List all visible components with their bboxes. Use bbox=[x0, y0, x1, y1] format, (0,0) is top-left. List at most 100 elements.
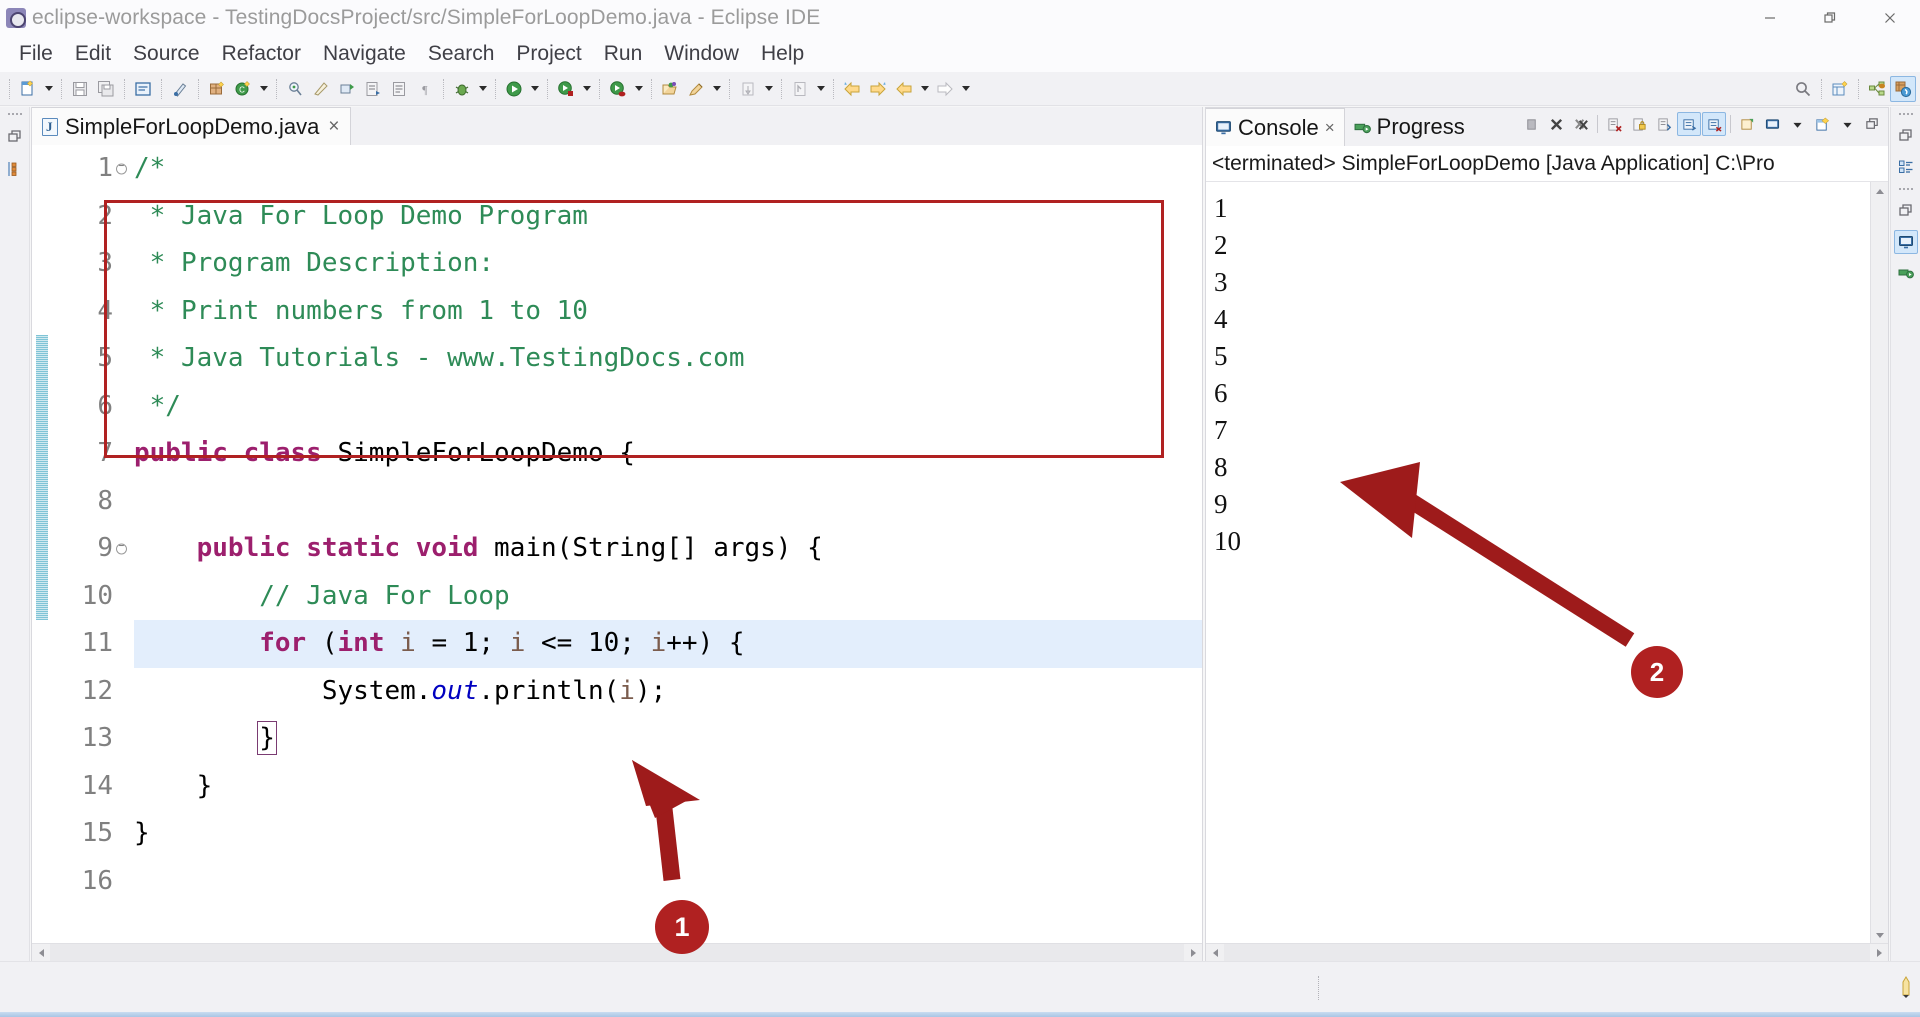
close-icon[interactable]: × bbox=[1325, 118, 1335, 138]
scroll-track[interactable] bbox=[50, 943, 1184, 962]
chevron-down-icon[interactable] bbox=[1785, 112, 1809, 136]
menu-search[interactable]: Search bbox=[417, 40, 506, 68]
word-wrap-icon[interactable] bbox=[1702, 112, 1726, 136]
console-horizontal-scrollbar[interactable] bbox=[1206, 943, 1888, 962]
open-console-icon[interactable] bbox=[1810, 112, 1834, 136]
restore-icon[interactable] bbox=[1894, 124, 1918, 148]
show-on-output-icon[interactable] bbox=[1652, 112, 1676, 136]
minimize-button[interactable] bbox=[1740, 0, 1800, 36]
next-annotation-icon[interactable] bbox=[360, 76, 386, 102]
code-line[interactable]: public static void main(String[] args) { bbox=[134, 525, 1202, 573]
trim-handle[interactable] bbox=[6, 111, 24, 117]
fold-toggle-icon[interactable] bbox=[116, 163, 127, 175]
code-line[interactable]: System.out.println(i); bbox=[134, 668, 1202, 716]
menu-edit[interactable]: Edit bbox=[64, 40, 122, 68]
next-arrow-icon[interactable] bbox=[932, 76, 958, 102]
forward-arrow-icon[interactable] bbox=[865, 76, 891, 102]
scroll-right-icon[interactable] bbox=[1184, 944, 1202, 962]
menu-window[interactable]: Window bbox=[653, 40, 750, 68]
menu-run[interactable]: Run bbox=[593, 40, 654, 68]
code-line[interactable]: /* bbox=[134, 145, 1202, 193]
java-ee-perspective-icon[interactable] bbox=[1864, 76, 1890, 102]
scroll-down-icon[interactable] bbox=[1871, 926, 1888, 944]
outline-icon[interactable] bbox=[1894, 155, 1918, 179]
source-code[interactable]: /* * Java For Loop Demo Program * Progra… bbox=[132, 145, 1202, 943]
display-console-icon[interactable] bbox=[1760, 112, 1784, 136]
code-line[interactable] bbox=[134, 478, 1202, 526]
external-tools-icon[interactable] bbox=[735, 76, 761, 102]
scroll-up-icon[interactable] bbox=[1871, 182, 1888, 200]
menu-refactor[interactable]: Refactor bbox=[211, 40, 312, 68]
lock-scroll-icon[interactable] bbox=[1627, 112, 1651, 136]
scroll-left-icon[interactable] bbox=[1206, 944, 1224, 962]
menu-project[interactable]: Project bbox=[505, 40, 592, 68]
restore-icon[interactable] bbox=[1894, 199, 1918, 223]
console-vertical-scrollbar[interactable] bbox=[1870, 182, 1888, 944]
editor-tab-simpleforloopdemo[interactable]: SimpleForLoopDemo.java × bbox=[32, 107, 352, 145]
pen-icon[interactable] bbox=[167, 76, 193, 102]
scroll-track[interactable] bbox=[1224, 943, 1870, 962]
highlighter-icon[interactable] bbox=[683, 76, 709, 102]
new-file-dropdown[interactable] bbox=[41, 76, 56, 102]
code-line[interactable]: * Java For Loop Demo Program bbox=[134, 193, 1202, 241]
previous-annotation-icon[interactable] bbox=[386, 76, 412, 102]
terminate-icon[interactable] bbox=[1519, 112, 1543, 136]
pin-icon[interactable] bbox=[1735, 112, 1759, 136]
run-dropdown[interactable] bbox=[527, 76, 542, 102]
menu-source[interactable]: Source bbox=[122, 40, 211, 68]
console-output[interactable]: 1 2 3 4 5 6 7 8 9 10 bbox=[1206, 182, 1888, 944]
editor-horizontal-scrollbar[interactable] bbox=[32, 943, 1202, 962]
breakpoint-icon[interactable] bbox=[334, 76, 360, 102]
remove-all-icon[interactable] bbox=[1569, 112, 1593, 136]
remove-icon[interactable] bbox=[1544, 112, 1568, 136]
save-icon[interactable] bbox=[67, 76, 93, 102]
code-line[interactable]: * Java Tutorials - www.TestingDocs.com bbox=[134, 335, 1202, 383]
tab-console[interactable]: Console × bbox=[1206, 108, 1345, 146]
scroll-right-icon[interactable] bbox=[1870, 944, 1888, 962]
close-button[interactable] bbox=[1860, 0, 1920, 36]
declaration-dropdown[interactable] bbox=[813, 76, 828, 102]
menu-file[interactable]: File bbox=[8, 40, 64, 68]
code-line[interactable]: for (int i = 1; i <= 10; i++) { bbox=[134, 620, 1202, 668]
menu-navigate[interactable]: Navigate bbox=[312, 40, 417, 68]
code-line[interactable]: } bbox=[134, 763, 1202, 811]
class-icon[interactable]: C bbox=[230, 76, 256, 102]
new-class-dropdown[interactable] bbox=[256, 76, 271, 102]
debug-dropdown[interactable] bbox=[475, 76, 490, 102]
declaration-icon[interactable] bbox=[787, 76, 813, 102]
open-type-icon[interactable] bbox=[130, 76, 156, 102]
code-line[interactable]: public class SimpleForLoopDemo { bbox=[134, 430, 1202, 478]
external-tools-dropdown[interactable] bbox=[761, 76, 776, 102]
java-perspective-icon[interactable] bbox=[1890, 75, 1916, 102]
save-all-icon[interactable] bbox=[93, 76, 119, 102]
code-line[interactable] bbox=[134, 858, 1202, 906]
back-dropdown[interactable] bbox=[917, 76, 932, 102]
open-perspective-icon[interactable] bbox=[1827, 76, 1853, 102]
menu-help[interactable]: Help bbox=[750, 40, 815, 68]
code-line[interactable]: * Print numbers from 1 to 10 bbox=[134, 288, 1202, 336]
next-dropdown[interactable] bbox=[958, 76, 973, 102]
perspective-icon[interactable] bbox=[657, 76, 683, 102]
clear-console-icon[interactable] bbox=[1602, 112, 1626, 136]
code-line[interactable]: * Program Description: bbox=[134, 240, 1202, 288]
minimize-view-icon[interactable] bbox=[1860, 112, 1884, 136]
code-line[interactable]: // Java For Loop bbox=[134, 573, 1202, 621]
trim-handle[interactable] bbox=[1897, 186, 1915, 192]
restore-icon[interactable] bbox=[3, 125, 27, 149]
code-line[interactable]: */ bbox=[134, 383, 1202, 431]
trim-handle[interactable] bbox=[1897, 111, 1915, 117]
code-line[interactable]: } bbox=[134, 715, 1202, 763]
search-scope-icon[interactable] bbox=[282, 76, 308, 102]
pilcrow-icon[interactable]: ¶ bbox=[412, 76, 438, 102]
close-icon[interactable]: × bbox=[328, 117, 339, 136]
run-green-icon[interactable] bbox=[501, 76, 527, 102]
tab-progress[interactable]: Progress bbox=[1345, 108, 1474, 146]
package-explorer-icon[interactable] bbox=[3, 157, 27, 181]
restore-button[interactable] bbox=[1800, 0, 1860, 36]
perspective-dropdown[interactable] bbox=[709, 76, 724, 102]
package-icon[interactable] bbox=[204, 76, 230, 102]
prev-arrow-icon[interactable] bbox=[891, 76, 917, 102]
back-arrow-icon[interactable] bbox=[839, 76, 865, 102]
scroll-left-icon[interactable] bbox=[32, 944, 50, 962]
profile-dropdown[interactable] bbox=[631, 76, 646, 102]
